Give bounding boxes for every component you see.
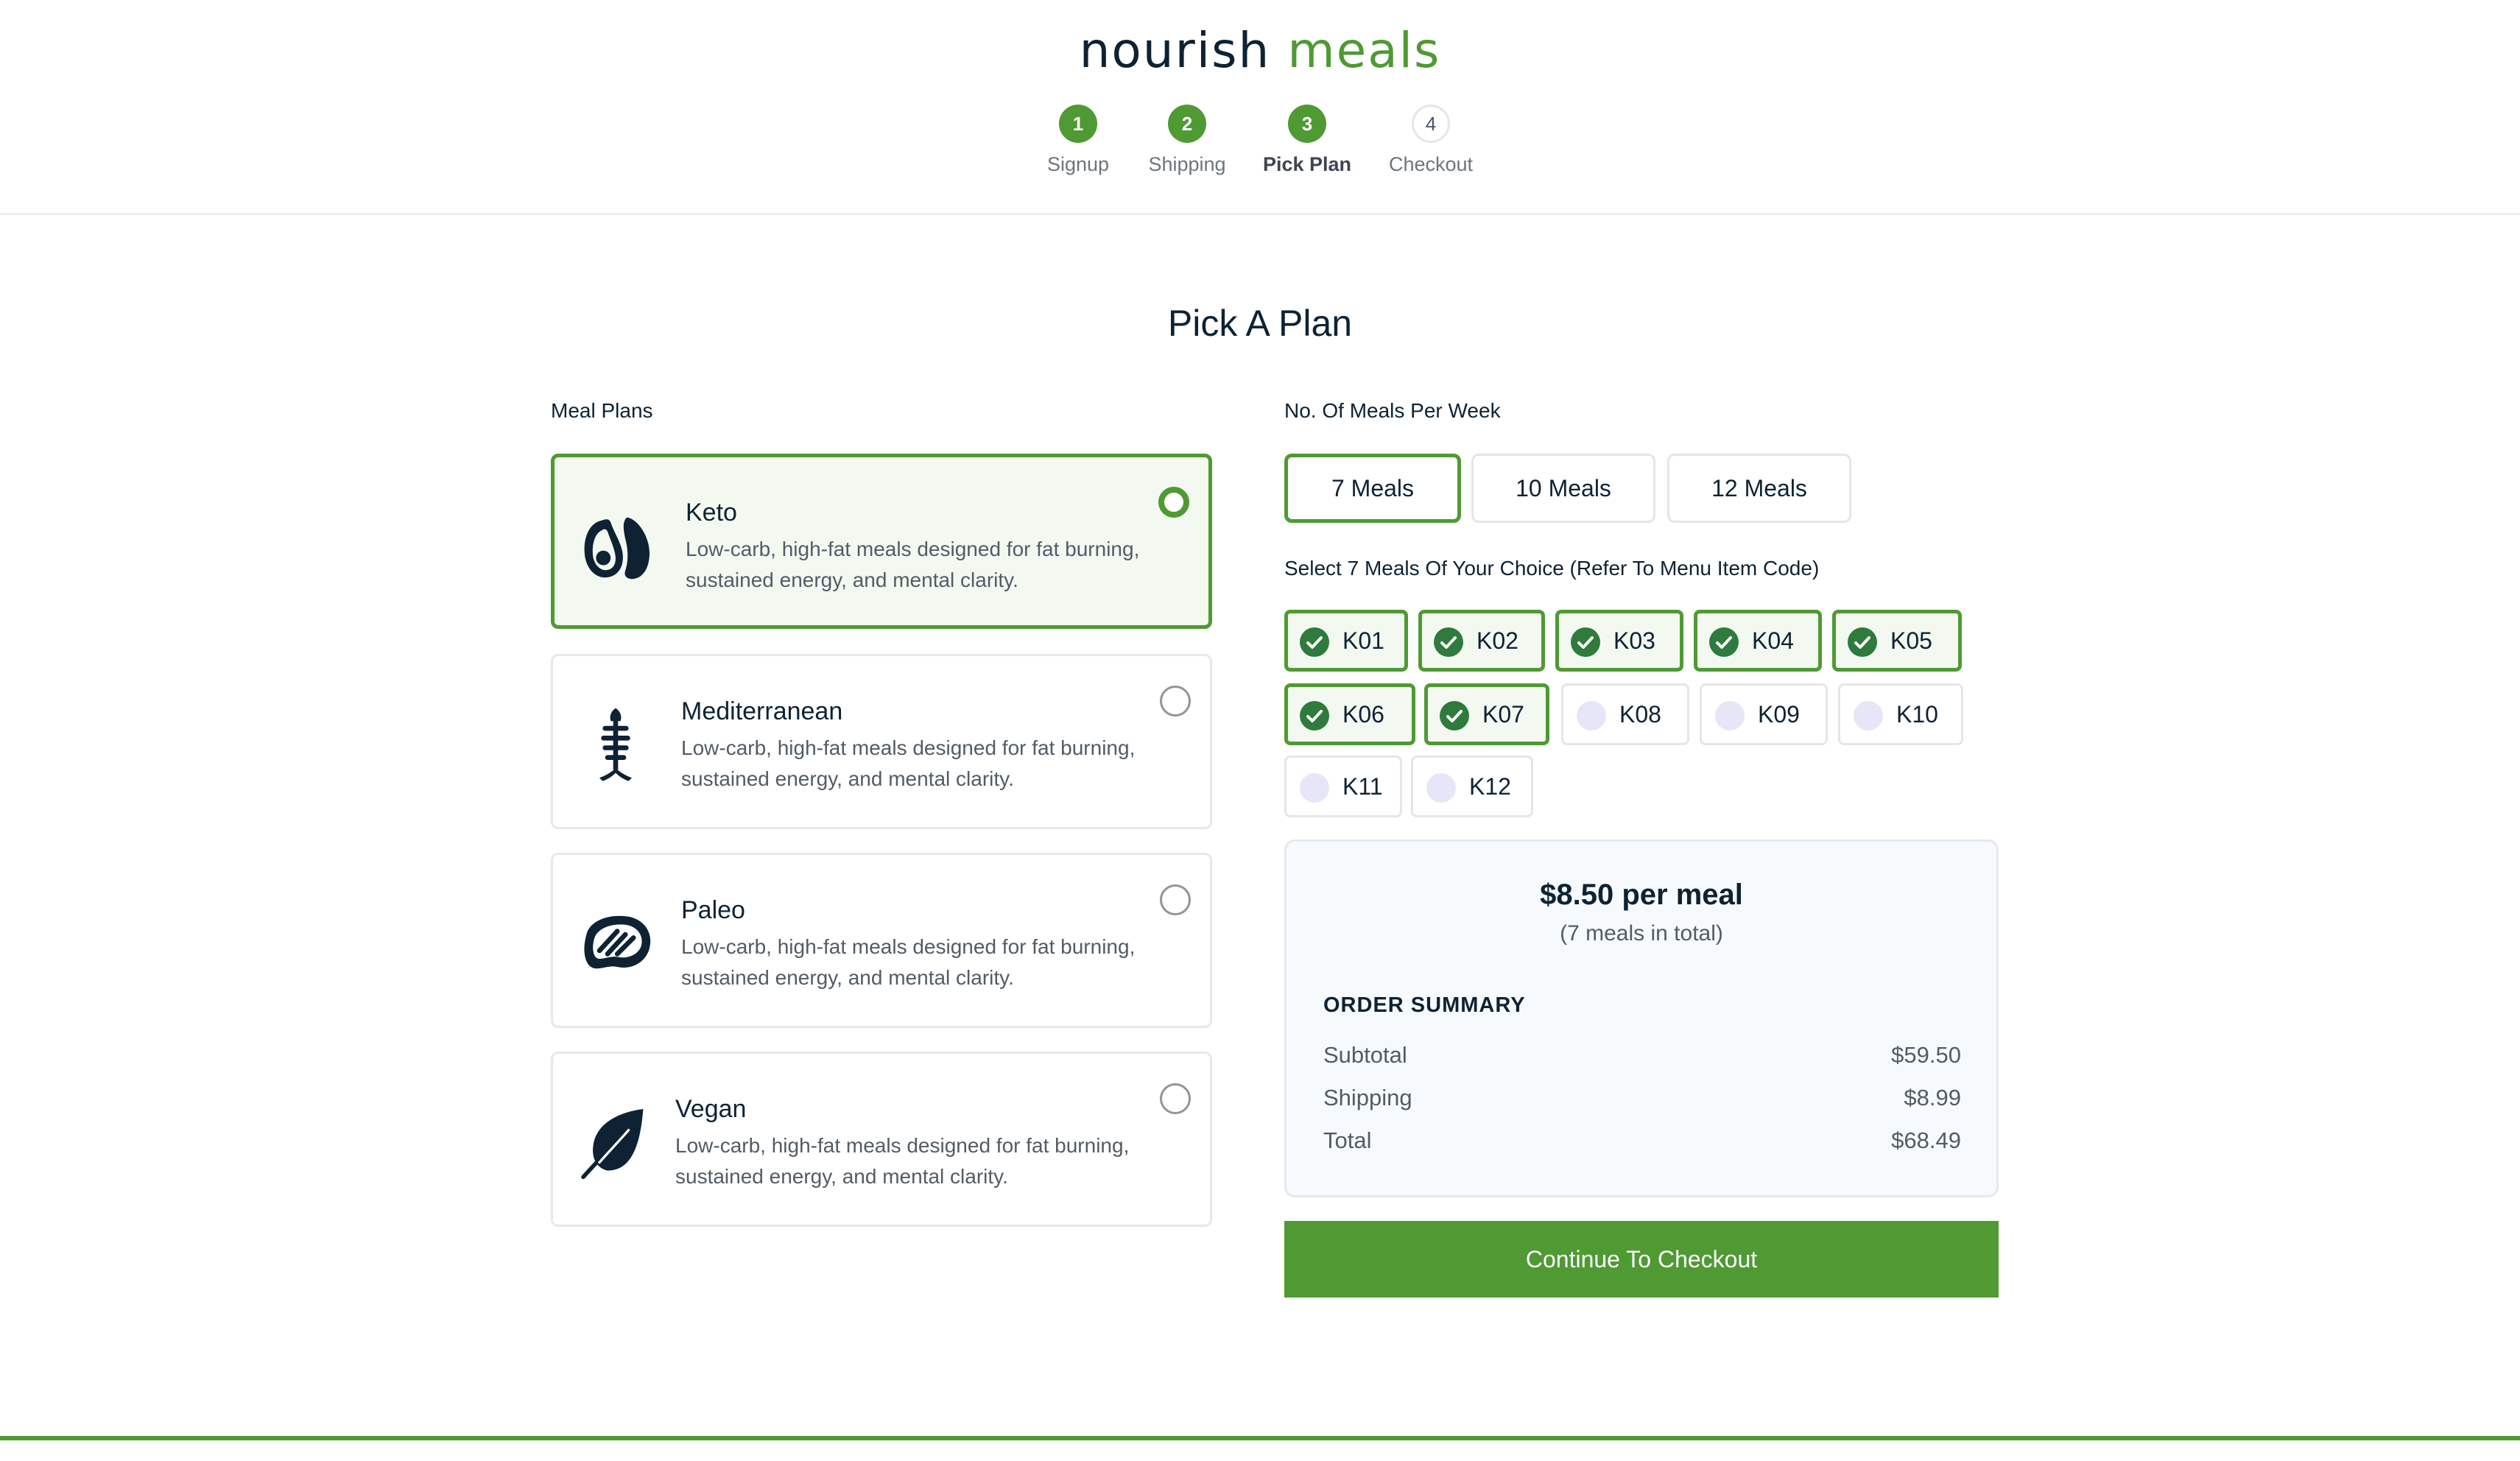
- plan-description: Low-carb, high-fat meals designed for fa…: [686, 538, 1140, 591]
- meal-plans-label: Meal Plans: [551, 399, 653, 422]
- check-icon: [1440, 701, 1469, 730]
- summary-row-subtotal: Subtotal $59.50: [1323, 1042, 1961, 1069]
- check-icon: [1300, 627, 1329, 657]
- meal-chip-k06[interactable]: K06: [1284, 683, 1415, 745]
- check-icon: [1571, 627, 1600, 657]
- meals-option-10[interactable]: 10 Meals: [1471, 454, 1655, 523]
- plan-radio-keto[interactable]: [1158, 487, 1189, 518]
- meal-code: K04: [1752, 627, 1794, 654]
- continue-to-checkout-button[interactable]: Continue To Checkout: [1284, 1221, 1999, 1298]
- meal-chip-k07[interactable]: K07: [1424, 683, 1549, 745]
- step-label: Checkout: [1388, 153, 1474, 175]
- step-number: 2: [1168, 105, 1206, 143]
- meal-code: K09: [1758, 701, 1800, 728]
- step-number: 4: [1412, 105, 1450, 143]
- meal-code: K01: [1342, 627, 1384, 654]
- brand-logo[interactable]: nourish meals: [0, 22, 2520, 79]
- meal-selection-label: Select 7 Meals Of Your Choice (Refer To …: [1284, 557, 1820, 580]
- plan-card-vegan[interactable]: Vegan Low-carb, high-fat meals designed …: [551, 1052, 1212, 1227]
- plan-description: Low-carb, high-fat meals designed for fa…: [675, 1134, 1130, 1188]
- brand-word-meals: meals: [1287, 22, 1441, 79]
- meal-code: K07: [1482, 701, 1524, 728]
- meal-chip-k08[interactable]: K08: [1561, 683, 1689, 745]
- order-summary-panel: $8.50 per meal (7 meals in total) ORDER …: [1284, 839, 1999, 1197]
- unchecked-circle-icon: [1854, 701, 1883, 730]
- summary-label: Subtotal: [1323, 1042, 1407, 1068]
- leaf-icon: [581, 1109, 644, 1180]
- plan-name: Mediterranean: [681, 697, 843, 725]
- meal-code: K12: [1469, 773, 1511, 800]
- check-icon: [1300, 701, 1329, 730]
- plan-description: Low-carb, high-fat meals designed for fa…: [681, 736, 1136, 790]
- check-icon: [1434, 627, 1463, 657]
- plan-card-paleo[interactable]: Paleo Low-carb, high-fat meals designed …: [551, 853, 1212, 1028]
- summary-value: $59.50: [1891, 1042, 1961, 1068]
- meal-chip-k10[interactable]: K10: [1838, 683, 1963, 745]
- plan-name: Vegan: [675, 1095, 747, 1123]
- unchecked-circle-icon: [1426, 773, 1456, 803]
- meal-code: K03: [1613, 627, 1655, 654]
- plan-name: Keto: [686, 499, 737, 527]
- meal-code: K08: [1619, 701, 1661, 728]
- avocado-icon: [584, 517, 650, 580]
- unchecked-circle-icon: [1715, 701, 1745, 730]
- meal-code: K11: [1342, 773, 1383, 800]
- step-checkout[interactable]: 4 Checkout: [1357, 105, 1504, 176]
- plan-name: Paleo: [681, 896, 745, 924]
- meals-total-note: (7 meals in total): [1560, 921, 1723, 946]
- unchecked-circle-icon: [1300, 773, 1329, 803]
- meal-chip-k11[interactable]: K11: [1284, 756, 1402, 817]
- fish-bone-icon: [599, 708, 632, 781]
- summary-value: $68.49: [1891, 1127, 1961, 1153]
- plan-description: Low-carb, high-fat meals designed for fa…: [681, 935, 1136, 989]
- meal-code: K10: [1896, 701, 1938, 728]
- plan-radio-mediterranean[interactable]: [1160, 686, 1191, 717]
- meals-option-12[interactable]: 12 Meals: [1667, 454, 1851, 523]
- meal-chip-k09[interactable]: K09: [1700, 683, 1828, 745]
- footer-accent-line: [0, 1436, 2520, 1440]
- meal-code: K05: [1890, 627, 1932, 654]
- price-per-meal: $8.50 per meal: [1540, 879, 1743, 911]
- meal-chip-k03[interactable]: K03: [1555, 610, 1683, 672]
- step-number: 3: [1288, 105, 1326, 143]
- meal-chip-k12[interactable]: K12: [1411, 756, 1533, 817]
- check-icon: [1848, 627, 1877, 657]
- plan-radio-vegan[interactable]: [1160, 1083, 1191, 1114]
- meals-option-7[interactable]: 7 Meals: [1284, 454, 1461, 523]
- unchecked-circle-icon: [1577, 701, 1606, 730]
- summary-row-shipping: Shipping $8.99: [1323, 1085, 1961, 1111]
- summary-label: Shipping: [1323, 1085, 1412, 1110]
- meal-chip-k04[interactable]: K04: [1694, 610, 1822, 672]
- app-header: nourish meals 1 Signup 2 Shipping 3 Pick…: [0, 0, 2520, 215]
- meal-code: K06: [1342, 701, 1384, 728]
- plan-radio-paleo[interactable]: [1160, 884, 1191, 915]
- page-title: Pick A Plan: [1167, 303, 1353, 344]
- progress-stepper: 1 Signup 2 Shipping 3 Pick Plan 4 Checko…: [0, 105, 2520, 193]
- order-summary-title: ORDER SUMMARY: [1323, 993, 1526, 1017]
- meal-code: K02: [1477, 627, 1518, 654]
- brand-word-nourish: nourish: [1079, 22, 1271, 79]
- summary-value: $8.99: [1904, 1085, 1961, 1110]
- plan-card-keto[interactable]: Keto Low-carb, high-fat meals designed f…: [551, 454, 1212, 629]
- check-icon: [1709, 627, 1739, 657]
- summary-label: Total: [1323, 1127, 1372, 1153]
- meals-per-week-label: No. Of Meals Per Week: [1284, 399, 1501, 422]
- step-number: 1: [1059, 105, 1097, 143]
- meal-chip-k01[interactable]: K01: [1284, 610, 1408, 672]
- meal-chip-k05[interactable]: K05: [1832, 610, 1962, 672]
- plan-card-mediterranean[interactable]: Mediterranean Low-carb, high-fat meals d…: [551, 654, 1212, 829]
- meal-chip-k02[interactable]: K02: [1418, 610, 1545, 672]
- summary-row-total: Total $68.49: [1323, 1127, 1961, 1154]
- steak-icon: [584, 915, 651, 969]
